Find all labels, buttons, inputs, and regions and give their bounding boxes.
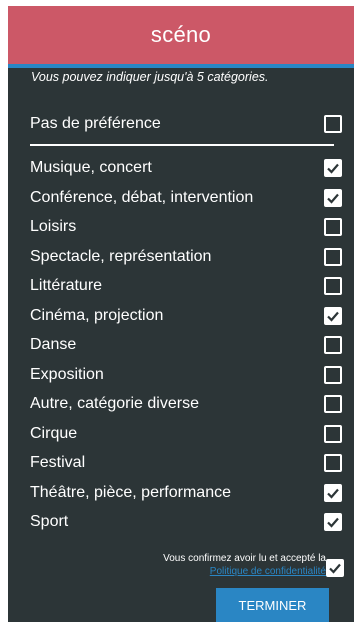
- checkmark-icon: [327, 488, 339, 499]
- category-item-cirque[interactable]: Cirque: [30, 420, 346, 448]
- category-label: Musique, concert: [30, 159, 152, 176]
- category-checkbox[interactable]: [324, 218, 342, 236]
- category-label: Exposition: [30, 365, 104, 383]
- category-checkbox[interactable]: [324, 365, 342, 384]
- category-label: Conférence, débat, intervention: [30, 188, 254, 206]
- category-checkbox[interactable]: [324, 336, 342, 354]
- category-item-spectacle[interactable]: Spectacle, représentation: [30, 243, 346, 271]
- category-checkbox[interactable]: [324, 159, 342, 177]
- checkmark-icon: [329, 563, 341, 574]
- category-limit-hint: Vous pouvez indiquer jusqu'à 5 catégorie…: [31, 70, 269, 84]
- category-label: Sport: [30, 513, 69, 530]
- category-label: Théâtre, pièce, performance: [30, 483, 231, 501]
- category-checkbox[interactable]: [324, 513, 342, 531]
- no-preference-label: Pas de préférence: [30, 115, 161, 132]
- category-item-festival[interactable]: Festival: [30, 449, 346, 477]
- app-header: scéno: [8, 6, 354, 64]
- category-item-cinema[interactable]: Cinéma, projection: [30, 302, 346, 330]
- category-item-loisirs[interactable]: Loisirs: [30, 213, 346, 241]
- category-item-sport[interactable]: Sport: [30, 508, 346, 536]
- category-checkbox[interactable]: [324, 247, 342, 266]
- no-preference-checkbox[interactable]: [324, 115, 342, 133]
- category-checkbox[interactable]: [324, 395, 342, 413]
- category-checkbox[interactable]: [324, 188, 342, 207]
- category-item-danse[interactable]: Danse: [30, 331, 346, 359]
- section-divider: [30, 144, 334, 146]
- category-checkbox[interactable]: [324, 306, 342, 325]
- no-preference-option[interactable]: Pas de préférence: [30, 110, 346, 138]
- header-accent-bar: [8, 64, 354, 68]
- category-checkbox[interactable]: [324, 454, 342, 472]
- category-checkbox[interactable]: [324, 483, 342, 502]
- category-item-litterature[interactable]: Littérature: [30, 272, 346, 300]
- checkmark-icon: [327, 163, 339, 174]
- consent-checkbox[interactable]: [326, 559, 344, 577]
- category-checkbox[interactable]: [324, 424, 342, 443]
- category-item-theatre[interactable]: Théâtre, pièce, performance: [30, 479, 346, 507]
- checkmark-icon: [327, 311, 339, 322]
- category-label: Littérature: [30, 277, 103, 294]
- category-label: Autre, catégorie diverse: [30, 395, 199, 412]
- finish-button[interactable]: TERMINER: [216, 588, 329, 622]
- privacy-policy-link[interactable]: Politique de confidentialité: [163, 565, 326, 578]
- app-title: scéno: [150, 22, 212, 47]
- category-label: Festival: [30, 454, 86, 471]
- consent-text: Vous confirmez avoir lu et accepté la: [163, 553, 326, 564]
- privacy-consent: Vous confirmez avoir lu et accepté la Po…: [163, 552, 326, 578]
- category-label: Cinéma, projection: [30, 306, 164, 324]
- category-checkbox[interactable]: [324, 277, 342, 295]
- category-item-conference[interactable]: Conférence, débat, intervention: [30, 184, 346, 212]
- category-item-exposition[interactable]: Exposition: [30, 361, 346, 389]
- category-label: Loisirs: [30, 218, 77, 235]
- checkmark-icon: [327, 193, 339, 204]
- category-item-musique[interactable]: Musique, concert: [30, 154, 346, 182]
- checkmark-icon: [327, 517, 339, 528]
- category-label: Danse: [30, 336, 77, 353]
- app-frame: scéno Vous pouvez indiquer jusqu'à 5 cat…: [8, 6, 354, 622]
- category-item-autre[interactable]: Autre, catégorie diverse: [30, 390, 346, 418]
- category-label: Spectacle, représentation: [30, 247, 212, 265]
- category-label: Cirque: [30, 424, 78, 442]
